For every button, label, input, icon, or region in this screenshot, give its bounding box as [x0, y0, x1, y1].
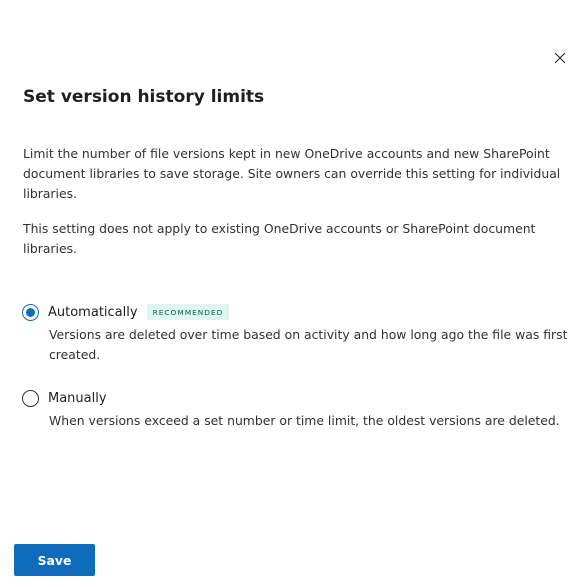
radio-automatic[interactable]: Automatically RECOMMENDED — [22, 301, 574, 323]
save-button[interactable]: Save — [14, 544, 95, 576]
radio-unchecked-icon[interactable] — [22, 389, 39, 407]
radio-manual[interactable]: Manually — [22, 387, 574, 409]
close-icon — [554, 52, 566, 64]
radio-description-manual: When versions exceed a set number or tim… — [49, 413, 560, 428]
radio-dot — [26, 307, 35, 317]
scope-note-text: This setting does not apply to existing … — [23, 221, 536, 256]
description-text: Limit the number of file versions kept i… — [23, 146, 561, 201]
radio-option-manual: Manually When versions exceed a set numb… — [22, 387, 574, 431]
radio-option-automatic: Automatically RECOMMENDED Versions are d… — [22, 301, 574, 365]
radio-label-manual[interactable]: Manually — [48, 391, 107, 406]
version-history-panel: Set version history limits Limit the num… — [0, 0, 583, 587]
recommended-badge: RECOMMENDED — [146, 304, 230, 320]
close-button[interactable] — [552, 50, 568, 66]
radio-label-automatic[interactable]: Automatically — [48, 305, 138, 320]
radio-checked-icon[interactable] — [22, 303, 39, 321]
radio-description-automatic: Versions are deleted over time based on … — [49, 327, 568, 362]
panel-title: Set version history limits — [23, 87, 265, 107]
